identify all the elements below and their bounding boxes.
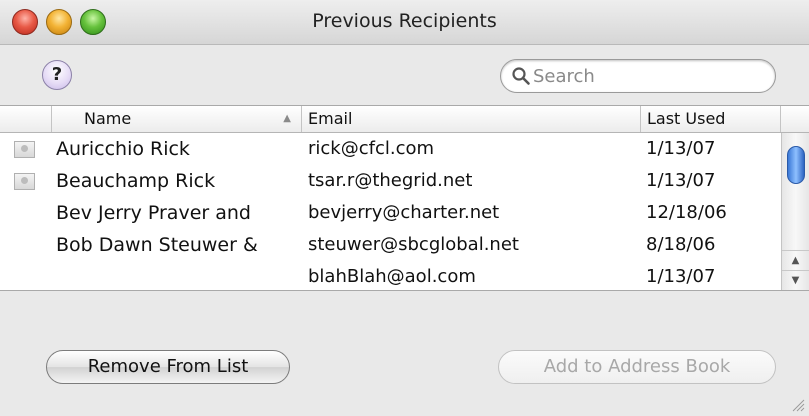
recipient-last-used: 8/18/06 (646, 234, 716, 255)
scroll-down-arrow-icon[interactable]: ▼ (782, 270, 809, 290)
resize-grip-icon[interactable] (791, 398, 805, 412)
address-card-icon (14, 141, 35, 158)
recipient-email: steuwer@sbcglobal.net (308, 234, 519, 255)
recipient-name: Bev Jerry Praver and (56, 202, 251, 224)
remove-from-list-button[interactable]: Remove From List (46, 350, 290, 384)
table-row[interactable]: blahBlah@aol.com 1/13/07 (0, 261, 781, 290)
scrollbar-thumb[interactable] (787, 146, 805, 184)
table-row[interactable]: Bev Jerry Praver and bevjerry@charter.net… (0, 197, 781, 229)
table-row[interactable]: Beauchamp Rick tsar.r@thegrid.net 1/13/07 (0, 165, 781, 197)
address-card-icon (14, 173, 35, 190)
table-row[interactable]: Bob Dawn Steuwer & steuwer@sbcglobal.net 8… (0, 229, 781, 261)
table-header: Name ▲ Email Last Used (0, 106, 809, 133)
column-header-name-label: Name (84, 109, 132, 128)
recipients-table: Name ▲ Email Last Used Auricchio Rick ric… (0, 105, 809, 291)
toolbar: ? (0, 45, 809, 105)
recipient-last-used: 1/13/07 (646, 138, 716, 159)
recipient-last-used: 1/13/07 (646, 170, 716, 191)
title-bar[interactable]: Previous Recipients (0, 0, 809, 45)
sort-ascending-icon: ▲ (283, 113, 291, 124)
column-header-last-used[interactable]: Last Used (641, 106, 781, 132)
column-header-name[interactable]: Name ▲ (52, 106, 302, 132)
search-field[interactable] (500, 59, 776, 93)
recipient-email: bevjerry@charter.net (308, 202, 500, 223)
recipient-name: Beauchamp Rick (56, 170, 216, 192)
vertical-scrollbar[interactable]: ▲ ▼ (781, 133, 809, 290)
recipient-name: Auricchio Rick (56, 138, 190, 160)
previous-recipients-window: Previous Recipients ? Name ▲ Email Last … (0, 0, 809, 416)
recipient-last-used: 12/18/06 (646, 202, 727, 223)
search-input[interactable] (533, 65, 763, 87)
recipient-email: rick@cfcl.com (308, 138, 435, 159)
table-body: Auricchio Rick rick@cfcl.com 1/13/07 Beauch… (0, 133, 781, 290)
recipient-name (56, 261, 300, 290)
table-row[interactable]: Auricchio Rick rick@cfcl.com 1/13/07 (0, 133, 781, 165)
recipient-email: blahBlah@aol.com (308, 266, 476, 287)
search-icon (512, 67, 530, 85)
recipient-email: tsar.r@thegrid.net (308, 170, 473, 191)
add-to-address-book-button[interactable]: Add to Address Book (498, 350, 776, 384)
recipient-name: Bob Dawn Steuwer & (56, 234, 258, 256)
column-header-corner (781, 106, 809, 132)
column-header-email[interactable]: Email (302, 106, 641, 132)
scroll-up-arrow-icon[interactable]: ▲ (782, 250, 809, 271)
recipient-last-used: 1/13/07 (646, 266, 716, 287)
window-title: Previous Recipients (312, 10, 497, 32)
help-button[interactable]: ? (42, 60, 72, 90)
column-header-icon[interactable] (0, 106, 52, 132)
